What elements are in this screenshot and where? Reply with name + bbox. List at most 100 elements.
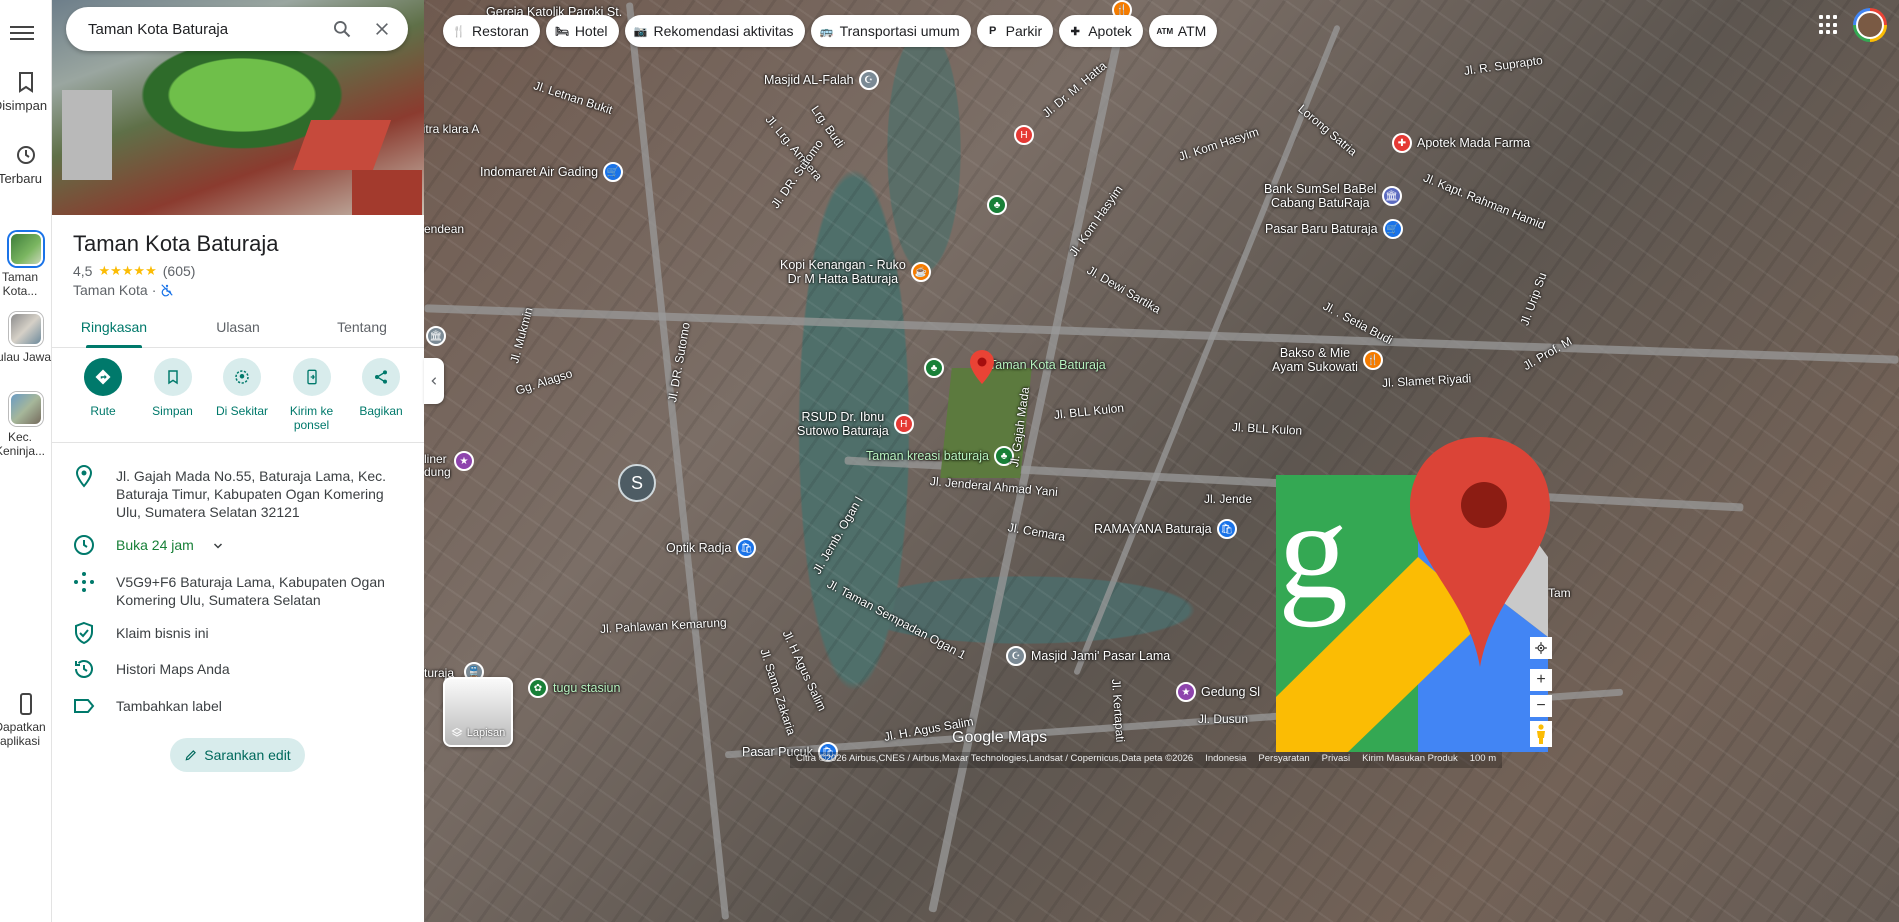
poi-ramayana[interactable]: RAMAYANA Baturaja 🛍 <box>1094 519 1237 539</box>
claim-business-text: Klaim bisnis ini <box>116 625 209 641</box>
send-to-phone-button[interactable]: Kirim ke ponsel <box>279 358 345 432</box>
add-label-row[interactable]: Tambahkan label <box>72 694 412 718</box>
tab-overview[interactable]: Ringkasan <box>52 310 176 348</box>
street-label: endean <box>424 222 465 236</box>
museum-marker[interactable]: 🏛 <box>426 326 446 346</box>
street-label: dung <box>424 465 451 479</box>
footer-privacy[interactable]: Privasi <box>1322 753 1351 767</box>
rail-item-get-app[interactable]: Dapatkan aplikasi <box>0 692 52 748</box>
plus-code-text: V5G9+F6 Baturaja Lama, Kabupaten Ogan Ko… <box>116 574 385 608</box>
chip-transit[interactable]: 🚌 Transportasi umum <box>810 15 971 47</box>
rail-item-taman-kota[interactable]: Taman Kota... <box>0 232 52 298</box>
poi-indomaret[interactable]: Indomaret Air Gading 🛒 <box>480 162 624 182</box>
footer-terms[interactable]: Persyaratan <box>1258 753 1309 767</box>
claim-business-row[interactable]: Klaim bisnis ini <box>72 621 412 645</box>
poi-taman-kreasi[interactable]: Taman kreasi baturaja ♣ <box>866 446 1014 466</box>
rail-item-label: Disimpan <box>0 98 48 113</box>
send-to-phone-icon <box>292 358 331 396</box>
zoom-out-button[interactable]: − <box>1530 695 1552 717</box>
chevron-down-icon[interactable] <box>212 540 224 552</box>
poi-bank-sumsel[interactable]: Bank SumSel BaBel Cabang BatuRaja 🏛 <box>1264 182 1402 210</box>
menu-icon[interactable] <box>10 22 34 46</box>
review-count[interactable]: (605) <box>163 263 196 279</box>
poi-taman-kota-label[interactable]: Taman Kota Baturaja <box>989 358 1106 372</box>
address-row[interactable]: Jl. Gajah Mada No.55, Baturaja Lama, Kec… <box>72 464 412 521</box>
rail-item-recent[interactable]: Terbaru <box>0 143 52 187</box>
chip-pharmacy[interactable]: ✚ Apotek <box>1059 15 1143 47</box>
shield-check-icon <box>75 621 93 645</box>
poi-tugu-stasiun[interactable]: ✿ tugu stasiun <box>528 678 620 698</box>
poi-optik-radja[interactable]: Optik Radja 🛍 <box>666 538 757 558</box>
poi-kopi-kenangan[interactable]: Kopi Kenangan - Ruko Dr M Hatta Baturaja ☕ <box>780 258 931 286</box>
tab-about[interactable]: Tentang <box>300 310 424 347</box>
chip-atm[interactable]: ATM ATM <box>1148 15 1218 47</box>
poi-rsud[interactable]: RSUD Dr. Ibnu Sutowo Baturaja H <box>797 410 914 438</box>
chip-label: Transportasi umum <box>839 23 960 39</box>
rail-item-kec[interactable]: Kec. Keninja... <box>0 392 52 458</box>
nearby-button[interactable]: Di Sekitar <box>209 358 275 432</box>
search-box[interactable]: Taman Kota Baturaja <box>66 7 408 51</box>
poi-pasar-baru[interactable]: Pasar Baru Baturaja 🛒 <box>1265 219 1403 239</box>
hospital-marker[interactable]: H <box>1014 125 1034 145</box>
street-label: liner <box>424 452 447 466</box>
cafe-icon: ☕ <box>910 262 931 282</box>
selected-place-pin-icon[interactable] <box>969 350 995 384</box>
hours-row[interactable]: Buka 24 jam <box>72 533 412 557</box>
my-location-icon <box>1535 642 1547 654</box>
chip-parking[interactable]: P Parkir <box>976 15 1054 47</box>
zoom-in-button[interactable]: + <box>1530 669 1552 691</box>
apps-grid-icon[interactable] <box>1819 15 1839 35</box>
poi-bakso[interactable]: Bakso & Mie Ayam Sukowati 🍴 <box>1272 346 1383 374</box>
poi-apotek-mada[interactable]: ✚ Apotek Mada Farma <box>1392 133 1530 153</box>
pegman-icon[interactable] <box>1530 721 1552 747</box>
poi-gedung[interactable]: ★ Gedung Sl <box>1176 682 1260 702</box>
venue-marker[interactable]: ★ <box>454 451 474 471</box>
share-button[interactable]: Bagikan <box>348 358 414 432</box>
street-view-marker[interactable]: S <box>618 464 656 502</box>
chevron-left-icon <box>431 377 437 385</box>
scale-bar[interactable]: 100 m <box>1470 753 1496 767</box>
footer-region[interactable]: Indonesia <box>1205 753 1246 767</box>
hotel-icon: 🛏 <box>554 25 569 38</box>
satellite-map[interactable]: Gereja Katolik Paroki St. Masjid AL-Fala… <box>424 0 1899 922</box>
chip-label: Parkir <box>1005 23 1043 39</box>
photo-building <box>352 170 422 215</box>
suggest-edit-button[interactable]: Sarankan edit <box>170 738 305 772</box>
footer-feedback[interactable]: Kirim Masukan Produk <box>1362 753 1458 767</box>
poi-masjid-al-falah[interactable]: Masjid AL-Falah ☪ <box>764 70 879 90</box>
shopping-bag-icon: 🛍 <box>736 538 757 558</box>
place-thumbnail <box>9 312 43 346</box>
chip-restaurant[interactable]: 🍴 Restoran <box>443 15 540 47</box>
poi-masjid-jami[interactable]: ☪ Masjid Jami' Pasar Lama <box>1006 646 1170 666</box>
maps-history-row[interactable]: Histori Maps Anda <box>72 657 412 681</box>
directions-button[interactable]: Rute <box>70 358 136 432</box>
close-icon[interactable] <box>362 9 402 49</box>
share-icon <box>362 358 400 396</box>
poi-label: Masjid Jami' Pasar Lama <box>1031 649 1171 663</box>
poi-label: Masjid AL-Falah <box>764 73 854 87</box>
search-input[interactable]: Taman Kota Baturaja <box>88 21 322 38</box>
svg-text:g: g <box>1278 473 1348 628</box>
map-footer: Citra ©2026 Airbus,CNES / Airbus,Maxar T… <box>790 752 1503 768</box>
my-location-button[interactable] <box>1530 637 1552 659</box>
photo-building <box>292 120 392 170</box>
park-marker[interactable]: ♣ <box>924 358 944 378</box>
tab-reviews[interactable]: Ulasan <box>176 310 300 347</box>
street-label: Jl. Dusun <box>1198 712 1249 726</box>
place-category[interactable]: Taman Kota <box>73 282 148 298</box>
rail-item-label: Pulau Jawa <box>0 350 52 364</box>
collapse-panel-button[interactable] <box>424 358 444 404</box>
search-icon[interactable] <box>322 9 362 49</box>
chip-activities[interactable]: 📷 Rekomendasi aktivitas <box>624 15 805 47</box>
layers-button[interactable]: Lapisan <box>443 677 513 747</box>
avatar[interactable] <box>1853 8 1887 42</box>
chip-hotel[interactable]: 🛏 Hotel <box>545 15 619 47</box>
save-button[interactable]: Simpan <box>140 358 206 432</box>
rail-item-pulau-jawa[interactable]: Pulau Jawa <box>0 312 52 364</box>
rail-item-saved[interactable]: Disimpan <box>0 70 52 114</box>
shopping-icon: 🛒 <box>603 162 624 182</box>
poi-label-line: Dr M Hatta Baturaja <box>787 272 899 286</box>
plus-code-row[interactable]: V5G9+F6 Baturaja Lama, Kabupaten Ogan Ko… <box>72 570 412 609</box>
park-marker[interactable]: ♣ <box>987 195 1007 215</box>
park-icon: ♣ <box>924 358 944 378</box>
